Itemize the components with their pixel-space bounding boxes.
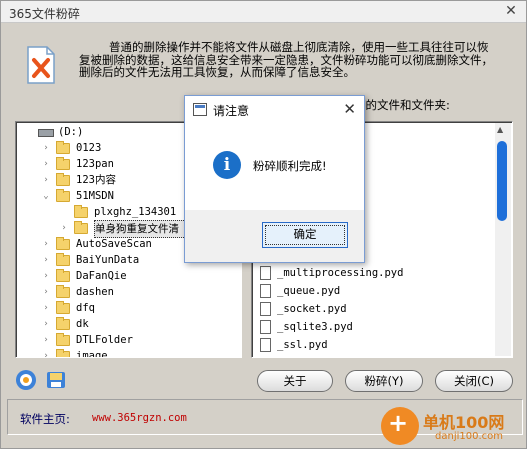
expand-chevron-icon[interactable]: ›	[42, 268, 50, 284]
tree-item-label: image	[76, 350, 108, 358]
file-list-item[interactable]: _socket.pyd	[260, 300, 347, 318]
dialog-message: 粉碎顺利完成!	[253, 159, 327, 173]
tree-item[interactable]: › dashen	[16, 284, 241, 300]
homepage-label: 软件主页:	[20, 412, 70, 426]
expand-chevron-icon[interactable]: ›	[42, 284, 50, 300]
file-icon	[260, 266, 271, 280]
add-folder-button[interactable]	[45, 369, 67, 391]
shred-file-icon	[27, 46, 55, 84]
expand-chevron-icon[interactable]: ›	[42, 156, 50, 172]
window-close-button[interactable]: ✕	[502, 2, 520, 20]
watermark-logo-icon: +	[381, 407, 419, 445]
intro-line: 删除后的文件无法用工具恢复，从而保障了信息安全。	[79, 65, 355, 79]
tree-item-label: plxghz_134301	[94, 206, 177, 218]
close-button[interactable]: 关闭(C)	[435, 370, 513, 392]
homepage-link[interactable]: www.365rgzn.com	[92, 412, 187, 424]
file-list-item[interactable]: _multiprocessing.pyd	[260, 264, 403, 282]
tree-item[interactable]: › DTLFolder	[16, 332, 241, 348]
tree-item[interactable]: › dk	[16, 316, 241, 332]
folder-icon	[74, 221, 88, 234]
file-icon	[260, 338, 271, 352]
folder-icon	[56, 333, 70, 346]
window-title: 365文件粉碎	[9, 7, 80, 21]
tree-item[interactable]: › dfq	[16, 300, 241, 316]
drive-icon	[38, 129, 54, 137]
about-button[interactable]: 关于	[257, 370, 333, 392]
tree-item-label: (D:)	[58, 126, 84, 138]
tree-item-label: 51MSDN	[76, 190, 114, 202]
folder-icon	[56, 349, 70, 357]
file-name: _ssl.pyd	[277, 339, 328, 351]
tree-item-label: dfq	[76, 302, 95, 314]
folder-icon	[56, 173, 70, 186]
title-bar: 365文件粉碎 ✕	[1, 1, 526, 23]
shred-button[interactable]: 粉碎(Y)	[345, 370, 423, 392]
watermark-name: 单机100网	[423, 413, 505, 432]
expand-chevron-icon[interactable]: ›	[60, 220, 68, 236]
folder-icon	[56, 301, 70, 314]
file-icon	[260, 284, 271, 298]
file-icon	[260, 320, 271, 334]
add-file-button[interactable]	[15, 369, 37, 391]
folder-icon	[56, 141, 70, 154]
dialog-body: i 粉碎顺利完成!	[185, 124, 364, 210]
dialog-title-bar: 请注意 ✕	[185, 96, 364, 124]
intro-text: 普通的删除操作并不能将文件从磁盘上彻底清除，使用一些工具往往可以恢 复被删除的数…	[79, 41, 519, 79]
intro-line: 普通的删除操作并不能将文件从磁盘上彻底清除，使用一些工具往往可以恢	[109, 40, 489, 54]
expand-chevron-icon[interactable]: ›	[42, 252, 50, 268]
tree-item-label: BaiYunData	[76, 254, 140, 266]
tree-item-label: 123内容	[76, 174, 116, 186]
folder-icon	[56, 237, 70, 250]
expand-chevron-icon[interactable]: ›	[42, 348, 50, 357]
folder-icon	[56, 317, 70, 330]
main-window: 365文件粉碎 ✕ 普通的删除操作并不能将文件从磁盘上彻底清除，使用一些工具往往…	[0, 0, 527, 449]
file-name: _queue.pyd	[277, 285, 341, 297]
file-name: _sqlite3.pyd	[277, 321, 353, 333]
expand-chevron-icon[interactable]: ›	[42, 300, 50, 316]
expand-chevron-icon[interactable]: ›	[42, 140, 50, 156]
file-list-item[interactable]: _ssl.pyd	[260, 336, 328, 354]
folder-icon	[56, 285, 70, 298]
expand-chevron-icon[interactable]: ›	[42, 332, 50, 348]
dialog-window-icon	[193, 103, 207, 116]
tree-item-label: 123pan	[76, 158, 114, 170]
tree-item-label: AutoSaveScan	[76, 238, 152, 250]
scrollbar-thumb[interactable]	[497, 141, 507, 221]
tree-item[interactable]: › DaFanQie	[16, 268, 241, 284]
folder-icon	[56, 253, 70, 266]
tree-item[interactable]: › image	[16, 348, 241, 358]
collapse-chevron-icon[interactable]: ⌄	[42, 188, 50, 204]
tree-item-label: dashen	[76, 286, 114, 298]
folder-icon	[74, 205, 88, 218]
file-name: _socket.pyd	[277, 303, 347, 315]
folder-icon	[56, 157, 70, 170]
file-icon	[260, 302, 271, 316]
file-list-scrollbar[interactable]: ▲	[495, 123, 511, 356]
file-list-item[interactable]: _queue.pyd	[260, 282, 340, 300]
expand-chevron-icon[interactable]: ›	[42, 236, 50, 252]
folder-icon	[56, 189, 70, 202]
scroll-up-icon[interactable]: ▲	[497, 125, 503, 134]
dialog-title: 请注意	[213, 104, 250, 118]
tree-item-label: DTLFolder	[76, 334, 133, 346]
watermark: + 单机100网 danji100.com	[379, 399, 527, 449]
expand-chevron-icon[interactable]: ›	[42, 172, 50, 188]
tree-item-label: 0123	[76, 142, 102, 154]
expand-chevron-icon[interactable]: ›	[42, 316, 50, 332]
info-icon: i	[213, 151, 241, 179]
folder-icon	[56, 269, 70, 282]
disk-icon	[47, 372, 65, 388]
tree-item-label: DaFanQie	[76, 270, 127, 282]
watermark-url: danji100.com	[435, 431, 503, 442]
dialog-ok-button[interactable]: 确定	[262, 222, 348, 248]
tree-item-label: dk	[76, 318, 89, 330]
dialog-close-button[interactable]: ✕	[343, 100, 356, 118]
add-file-icon	[16, 370, 36, 390]
file-list-item[interactable]: _sqlite3.pyd	[260, 318, 353, 336]
notice-dialog: 请注意 ✕ i 粉碎顺利完成! 确定	[184, 95, 365, 263]
file-name: _multiprocessing.pyd	[277, 267, 404, 279]
